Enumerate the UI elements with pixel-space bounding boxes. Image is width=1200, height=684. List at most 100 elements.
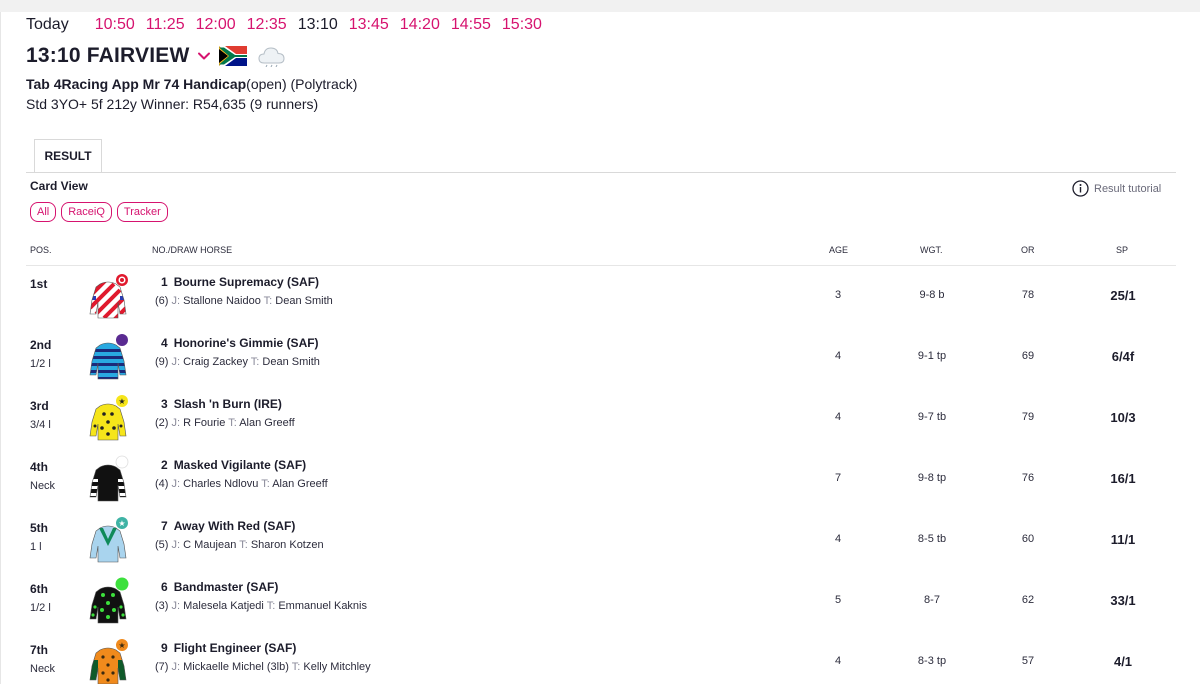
table-row[interactable]: 7th Neck ★ 9 Flight Engineer (SAF) (7) J:… [26,632,1176,684]
jockey-label: J: [171,600,181,612]
race-header: 13:10 FAIRVIEW [26,44,287,68]
trainer-label: T: [228,417,237,429]
table-row[interactable]: 4th Neck 2 Masked Vigilante (SAF) (4) J: … [26,449,1176,510]
horse-name[interactable]: 9 Flight Engineer (SAF) [161,641,296,655]
time-link-1125[interactable]: 11:25 [146,16,185,34]
jockey-silks-icon [89,577,129,624]
trainer-name[interactable]: Alan Greeff [272,478,327,490]
draw: (9) [155,356,169,368]
table-row[interactable]: 3rd 3/4 l ★ 3 Slash 'n Burn (IRE) (2) J: … [26,388,1176,449]
draw: (5) [155,539,169,551]
filter-all[interactable]: All [30,202,57,222]
jockey-silks-icon [89,455,129,502]
draw: (7) [155,661,169,673]
saddle-number: 2 [161,458,168,472]
finish-position: 5th [30,521,48,535]
info-icon [1072,180,1089,197]
horse-name[interactable]: 6 Bandmaster (SAF) [161,580,278,594]
table-row[interactable]: 1st 1 Bourne Supremacy (SAF) (6) J: Stall… [26,266,1176,327]
jockey-name[interactable]: Mickaelle Michel (3lb) [183,661,289,673]
trainer-label: T: [263,295,273,307]
today-label: Today [26,16,69,33]
time-link-1200[interactable]: 12:00 [196,16,236,34]
official-rating: 69 [1021,350,1035,362]
race-name: Tab 4Racing App Mr 74 Handicap(open) (Po… [26,76,357,92]
horse-name[interactable]: 1 Bourne Supremacy (SAF) [161,275,319,289]
jockey-label: J: [171,417,181,429]
trainer-label: T: [291,661,301,673]
finish-position: 7th [30,643,48,657]
horse-name[interactable]: 7 Away With Red (SAF) [161,519,295,533]
connections: (2) J: R Fourie T: Alan Greeff [155,417,295,429]
jockey-name[interactable]: R Fourie [183,417,225,429]
result-tutorial-link[interactable]: Result tutorial [1072,180,1161,197]
tab-result[interactable]: RESULT [34,139,102,173]
horse-age: 5 [834,594,842,606]
finish-position: 4th [30,460,48,474]
time-link-1235[interactable]: 12:35 [247,16,287,34]
jockey-name[interactable]: Craig Zackey [183,356,248,368]
svg-text:★: ★ [118,641,125,650]
jockey-name[interactable]: Malesela Katjedi [183,600,264,612]
time-link-1530[interactable]: 15:30 [502,16,542,34]
jockey-label: J: [171,478,181,490]
official-rating: 62 [1021,594,1035,606]
time-link-1050[interactable]: 10:50 [95,16,135,34]
time-link-1345[interactable]: 13:45 [349,16,389,34]
draw: (6) [155,295,169,307]
filter-raceiq[interactable]: RaceiQ [61,202,112,222]
col-or: OR [1021,245,1035,255]
trainer-label: T: [239,539,248,551]
horse-name[interactable]: 2 Masked Vigilante (SAF) [161,458,306,472]
finish-position: 3rd [30,399,49,413]
table-row[interactable]: 5th 1 l ★ 7 Away With Red (SAF) (5) J: C … [26,510,1176,571]
jockey-label: J: [171,295,181,307]
svg-text:★: ★ [118,519,125,528]
jockey-silks-icon: ★ [89,517,128,563]
jockey-silks-icon [89,274,128,319]
horse-weight: 9-7 tb [917,411,947,423]
beaten-distance: 1/2 l [30,358,51,370]
horse-weight: 8-7 [924,594,940,606]
starting-price: 33/1 [1110,593,1136,608]
horse-weight: 8-5 tb [917,533,947,545]
horse-age: 4 [834,411,842,423]
draw: (3) [155,600,169,612]
time-link-1420[interactable]: 14:20 [400,16,440,34]
horse-name[interactable]: 4 Honorine's Gimmie (SAF) [161,336,319,350]
trainer-label: T: [250,356,260,368]
jockey-label: J: [171,356,181,368]
chevron-down-icon[interactable] [197,49,211,63]
race-name-surface: (open) (Polytrack) [246,76,358,92]
beaten-distance: 1 l [30,541,42,553]
trainer-name[interactable]: Dean Smith [275,295,332,307]
horse-age: 4 [834,350,842,362]
jockey-silks-icon: ★ [89,639,128,684]
jockey-name[interactable]: Charles Ndlovu [183,478,258,490]
jockey-name[interactable]: Stallone Naidoo [183,295,261,307]
saddle-number: 3 [161,397,168,411]
official-rating: 60 [1021,533,1035,545]
jockey-name[interactable]: C Maujean [183,539,236,551]
trainer-name[interactable]: Kelly Mitchley [303,661,370,673]
trainer-name[interactable]: Dean Smith [262,356,319,368]
jockey-label: J: [171,661,181,673]
horse-name[interactable]: 3 Slash 'n Burn (IRE) [161,397,282,411]
table-row[interactable]: 6th 1/2 l 6 Bandmaster (SAF) (3) J: Males… [26,571,1176,632]
filter-tracker[interactable]: Tracker [116,202,168,222]
top-strip [0,0,1200,12]
time-link-1455[interactable]: 14:55 [451,16,491,34]
table-row[interactable]: 2nd 1/2 l 4 Honorine's Gimmie (SAF) (9) J… [26,327,1176,388]
jockey-silks-icon: ★ [89,395,128,441]
trainer-name[interactable]: Sharon Kotzen [251,539,324,551]
horse-age: 7 [834,472,842,484]
beaten-distance: Neck [30,480,56,492]
horse-name-text: Masked Vigilante (SAF) [173,458,307,472]
trainer-name[interactable]: Alan Greeff [239,417,294,429]
time-link-1310-active[interactable]: 13:10 [298,16,338,34]
beaten-distance: 1/2 l [30,602,51,614]
trainer-label: T: [261,478,270,490]
trainer-name[interactable]: Emmanuel Kaknis [278,600,367,612]
horse-name-text: Flight Engineer (SAF) [173,641,297,655]
saddle-number: 1 [161,275,168,289]
